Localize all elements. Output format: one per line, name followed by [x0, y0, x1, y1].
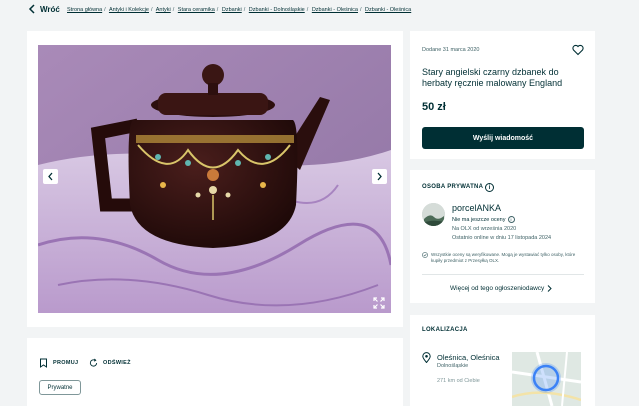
refresh-label: ODŚWIEŻ	[103, 360, 131, 366]
divider	[422, 274, 584, 275]
chevron-right-small-icon	[547, 285, 553, 292]
seller-last-online: Ostatnio online w dniu 17 listopada 2024	[452, 235, 552, 241]
seller-rating-text: Nie ma jeszcze oceny	[452, 216, 506, 223]
seller-rating: Nie ma jeszcze oceny i	[452, 216, 515, 223]
location-region: Dolnośląskie	[437, 363, 469, 369]
location-distance: 271 km od Ciebie	[437, 378, 480, 384]
location-pin-icon	[422, 352, 431, 363]
back-label: Wróć	[40, 4, 60, 14]
listing-photo[interactable]	[38, 45, 391, 313]
promote-label: PROMUJ	[53, 360, 79, 366]
verification-text: Wszystkie oceny są weryfikowane. Mogą je…	[431, 252, 576, 263]
expand-icon[interactable]	[372, 296, 386, 310]
breadcrumb-item[interactable]: Stara ceramika	[178, 7, 215, 13]
breadcrumb-item[interactable]: Antyki i Kolekcje	[109, 7, 149, 13]
avatar	[422, 203, 445, 226]
send-message-button[interactable]: Wyślij wiadomość	[422, 127, 584, 149]
listing-date: Dodane 31 marca 2020	[422, 47, 480, 53]
info-icon[interactable]: i	[485, 183, 494, 192]
seller-type-tag: Prywatne	[39, 380, 81, 395]
check-shield-icon	[422, 252, 428, 258]
breadcrumb-item[interactable]: Dzbanki	[222, 7, 242, 13]
chevron-left-icon	[28, 4, 35, 14]
location-map[interactable]	[512, 352, 581, 406]
breadcrumb-item[interactable]: Strona główna	[67, 7, 102, 13]
listing-actions-card	[27, 338, 403, 406]
info-icon[interactable]: i	[507, 216, 515, 223]
previous-photo-button[interactable]	[43, 169, 58, 184]
verification-note: Wszystkie oceny są weryfikowane. Mogą je…	[422, 252, 584, 264]
back-link[interactable]: Wróć	[28, 4, 60, 14]
breadcrumb-item[interactable]: Dzbanki - Oleśnica	[312, 7, 358, 13]
top-navigation: Wróć Strona główna / Antyki i Kolekcje / A…	[0, 0, 639, 22]
breadcrumb: Strona główna / Antyki i Kolekcje / Antyki…	[67, 7, 412, 13]
promote-button[interactable]: PROMUJ	[39, 358, 78, 368]
teapot-photo-image	[38, 45, 391, 313]
breadcrumb-item[interactable]: Dzbanki - Dolnośląskie	[249, 7, 305, 13]
bookmark-icon	[40, 358, 47, 368]
chevron-left-icon	[48, 172, 53, 181]
heart-icon[interactable]	[572, 44, 584, 56]
next-photo-button[interactable]	[372, 169, 387, 184]
breadcrumb-item[interactable]: Dzbanki - Oleśnica	[365, 7, 411, 13]
location-section-label: LOKALIZACJA	[422, 327, 468, 333]
location-city: Oleśnica, Oleśnica	[437, 353, 500, 362]
listing-price: 50 zł	[422, 101, 446, 113]
photo-gallery	[27, 31, 403, 327]
more-from-seller-label: Więcej od tego ogłoszeniodawcy	[450, 285, 545, 292]
seller-name[interactable]: porcelANKA	[452, 203, 501, 213]
seller-member-since: Na OLX od września 2020	[452, 226, 517, 232]
refresh-button[interactable]: ODŚWIEŻ	[89, 358, 131, 368]
chevron-right-icon	[377, 172, 382, 181]
breadcrumb-item[interactable]: Antyki	[156, 7, 171, 13]
refresh-icon	[89, 358, 98, 367]
listing-title: Stary angielski czarny dzbanek do herbat…	[422, 67, 563, 88]
more-from-seller-link[interactable]: Więcej od tego ogłoszeniodawcy	[450, 285, 553, 292]
seller-section-label: OSOBA PRYWATNA	[422, 184, 484, 190]
